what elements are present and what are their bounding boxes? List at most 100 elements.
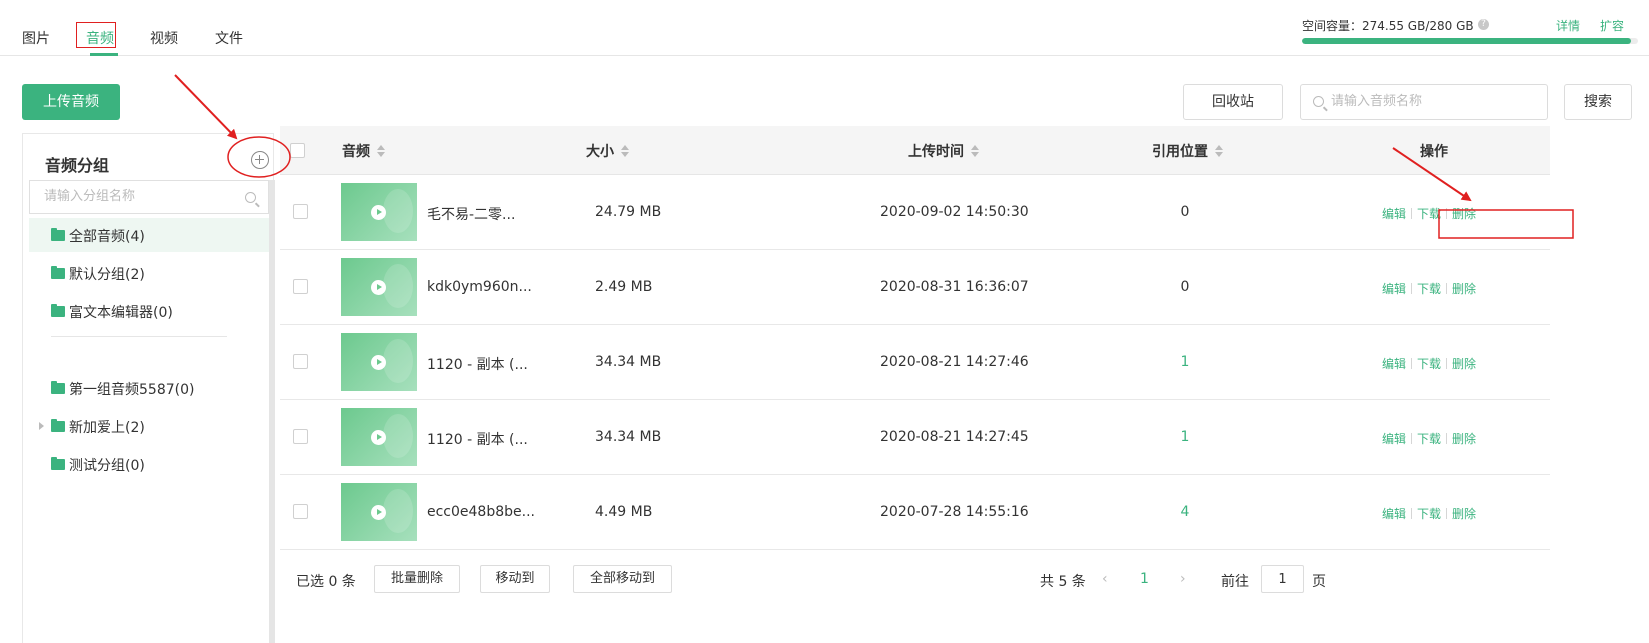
play-icon[interactable] [371,430,386,445]
prev-page-button[interactable]: ‹ [1102,571,1108,587]
row-actions: 编辑 下载 删除 [1382,355,1476,372]
select-all-checkbox[interactable] [290,143,305,158]
download-link[interactable]: 下载 [1417,432,1441,446]
audio-name: 1120 - 副本 (... [427,432,528,448]
header-reference-label: 引用位置 [1152,144,1208,160]
download-link[interactable]: 下载 [1417,507,1441,521]
next-page-button[interactable]: › [1180,571,1186,587]
storage-expand-link[interactable]: 扩容 [1600,17,1624,34]
group-item-label: 第一组音频5587(0) [69,382,195,398]
audio-search-input[interactable] [1331,85,1541,117]
group-item-all-audio[interactable]: 全部音频(4) [29,218,269,252]
audio-thumbnail[interactable] [341,483,417,541]
plus-circle-icon[interactable] [251,151,269,169]
tab-images[interactable]: 图片 [22,28,50,48]
header-size[interactable]: 大小 [586,141,630,161]
download-link[interactable]: 下载 [1417,357,1441,371]
audio-name: 毛不易-二零... [427,207,516,223]
reference-count[interactable]: 1 [1170,429,1200,445]
goto-prefix: 前往 [1221,574,1249,590]
download-link[interactable]: 下载 [1417,282,1441,296]
active-tab-indicator [90,53,118,56]
sort-icon[interactable] [970,145,980,157]
group-item-label: 默认分组(2) [69,267,145,283]
upload-audio-button[interactable]: 上传音频 [22,84,120,120]
audio-size: 34.34 MB [595,354,662,370]
storage-progress-bar [1302,38,1638,44]
audio-thumbnail[interactable] [341,258,417,316]
row-checkbox[interactable] [293,354,308,369]
table-row: 毛不易-二零... 24.79 MB 2020-09-02 14:50:30 0… [280,175,1550,250]
tab-video[interactable]: 视频 [150,28,178,48]
play-icon[interactable] [371,205,386,220]
goto-suffix: 页 [1312,574,1326,590]
row-checkbox[interactable] [293,429,308,444]
edit-link[interactable]: 编辑 [1382,432,1406,446]
goto-page-input[interactable] [1261,565,1304,593]
audio-size: 34.34 MB [595,429,662,445]
caret-right-icon[interactable] [39,422,44,430]
play-icon[interactable] [371,505,386,520]
group-item-test[interactable]: 测试分组(0) [29,447,269,481]
recycle-bin-button[interactable]: 回收站 [1183,84,1283,120]
group-panel-title: 音频分组 [45,156,110,175]
edit-link[interactable]: 编辑 [1382,507,1406,521]
sort-icon[interactable] [376,145,386,157]
audio-name: kdk0ym960n... [427,279,532,295]
move-all-button[interactable]: 全部移动到 [573,565,672,593]
table-row: 1120 - 副本 (... 34.34 MB 2020-08-21 14:27… [280,400,1550,475]
play-icon[interactable] [371,280,386,295]
delete-link[interactable]: 删除 [1452,432,1476,446]
delete-link[interactable]: 删除 [1452,357,1476,371]
header-upload-time[interactable]: 上传时间 [908,141,980,161]
audio-thumbnail[interactable] [341,408,417,466]
delete-link[interactable]: 删除 [1452,282,1476,296]
folder-icon [51,266,65,279]
audio-thumbnail[interactable] [341,333,417,391]
delete-link[interactable]: 删除 [1452,207,1476,221]
row-checkbox[interactable] [293,279,308,294]
audio-thumbnail[interactable] [341,183,417,241]
tab-files[interactable]: 文件 [215,28,243,48]
group-scrollbar[interactable] [269,180,275,643]
header-reference[interactable]: 引用位置 [1152,141,1224,161]
group-item-label: 新加爱上(2) [69,420,145,436]
help-icon[interactable]: ? [1478,19,1489,30]
edit-link[interactable]: 编辑 [1382,282,1406,296]
audio-size: 4.49 MB [595,504,653,520]
edit-link[interactable]: 编辑 [1382,207,1406,221]
row-actions: 编辑 下载 删除 [1382,280,1476,297]
row-actions: 编辑 下载 删除 [1382,430,1476,447]
group-item-default[interactable]: 默认分组(2) [29,256,269,290]
reference-count[interactable]: 1 [1170,354,1200,370]
folder-icon [51,381,65,394]
audio-name: ecc0e48b8be... [427,504,535,520]
group-item-xinjia[interactable]: 新加爱上(2) [29,409,269,443]
move-to-button[interactable]: 移动到 [480,565,550,593]
row-checkbox[interactable] [293,204,308,219]
edit-link[interactable]: 编辑 [1382,357,1406,371]
batch-delete-button[interactable]: 批量删除 [374,565,460,593]
group-item-rich-text-editor[interactable]: 富文本编辑器(0) [29,294,269,328]
group-item-first-group[interactable]: 第一组音频5587(0) [29,371,269,405]
delete-link[interactable]: 删除 [1452,507,1476,521]
storage-label: 空间容量：274.55 GB/280 GB [1302,19,1474,33]
play-icon[interactable] [371,355,386,370]
group-search-input[interactable] [44,181,234,211]
row-checkbox[interactable] [293,504,308,519]
row-actions: 编辑 下载 删除 [1382,505,1476,522]
group-item-label: 富文本编辑器(0) [69,305,173,321]
sort-icon[interactable] [1214,145,1224,157]
sort-icon[interactable] [620,145,630,157]
table-row: kdk0ym960n... 2.49 MB 2020-08-31 16:36:0… [280,250,1550,325]
search-icon [1313,96,1324,107]
upload-time: 2020-08-31 16:36:07 [880,279,1029,295]
storage-detail-link[interactable]: 详情 [1556,17,1580,34]
reference-count[interactable]: 4 [1170,504,1200,520]
page-number-current[interactable]: 1 [1140,571,1149,587]
upload-time: 2020-08-21 14:27:46 [880,354,1029,370]
header-audio[interactable]: 音频 [342,141,386,161]
search-button[interactable]: 搜索 [1564,84,1632,120]
download-link[interactable]: 下载 [1417,207,1441,221]
folder-icon [51,457,65,470]
